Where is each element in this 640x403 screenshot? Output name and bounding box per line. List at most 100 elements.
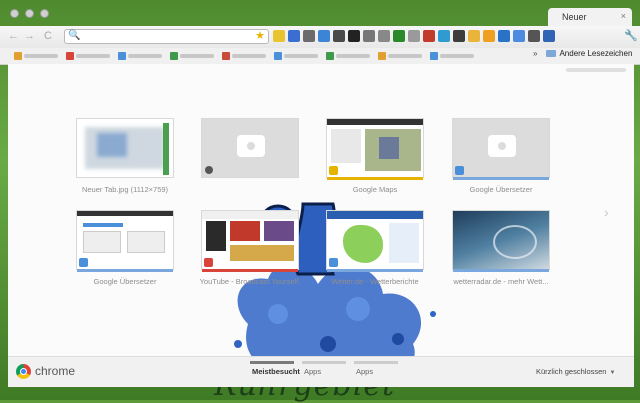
toolbar: ← → C 🔍 ★ 🔧 <box>0 26 640 49</box>
thumbnail-tile[interactable] <box>201 210 299 272</box>
thumbnail-label[interactable]: Google Übersetzer <box>65 277 185 286</box>
camera-icon <box>237 135 265 157</box>
translate-favicon <box>79 258 88 267</box>
bookmark-label-blurred <box>128 54 162 58</box>
folder-icon <box>546 50 557 57</box>
pager-indicator-apps-1[interactable] <box>302 361 346 364</box>
bookmark-label-blurred <box>440 54 474 58</box>
pager-indicator-apps-2[interactable] <box>354 361 398 364</box>
new-tab-page: Ruhrgebiet Neuer Tab.jpg (1112×759) Goog… <box>8 64 634 403</box>
reload-button[interactable]: C <box>44 30 52 42</box>
bookmark-label-blurred <box>76 54 110 58</box>
ext-8-icon[interactable] <box>378 30 390 42</box>
thumbnail-tile[interactable] <box>452 118 550 180</box>
bookmark-favicon-icon <box>274 52 282 60</box>
recently-closed-menu[interactable]: Kürzlich geschlossen ▼ <box>536 367 615 376</box>
bookmark-item[interactable] <box>326 51 370 61</box>
forward-button[interactable]: → <box>24 30 35 42</box>
section-apps-1[interactable]: Apps <box>304 367 321 376</box>
back-button[interactable]: ← <box>8 30 19 42</box>
bookmark-favicon-icon <box>378 52 386 60</box>
youtube-favicon <box>204 258 213 267</box>
ext-3-icon[interactable] <box>303 30 315 42</box>
tab-close-icon[interactable]: × <box>621 11 626 21</box>
maps-favicon <box>329 166 338 175</box>
thumbnail-tile[interactable] <box>326 210 424 272</box>
other-bookmarks-button[interactable]: » Andere Lesezeichen <box>533 49 632 58</box>
thumbnail-label[interactable]: Neuer Tab.jpg (1112×759) <box>65 185 185 194</box>
bookmark-label-blurred <box>336 54 370 58</box>
dropdown-arrow-icon: ▼ <box>609 370 616 376</box>
ext-17-icon[interactable] <box>513 30 525 42</box>
tab-new-tab[interactable]: Neuer × <box>548 8 632 26</box>
bookmarks-overflow-chevron[interactable]: » <box>533 49 537 58</box>
bookmark-favicon-icon <box>66 52 74 60</box>
thumbnail-tile[interactable] <box>452 210 550 272</box>
ntp-footer: chrome Meistbesucht Apps Apps Kürzlich g… <box>8 356 634 387</box>
ext-9-icon[interactable] <box>393 30 405 42</box>
bookmark-item[interactable] <box>274 51 318 61</box>
bookmark-label-blurred <box>284 54 318 58</box>
bookmark-item[interactable] <box>118 51 162 61</box>
thumbnail-tile[interactable] <box>76 210 174 272</box>
chrome-logo-icon <box>16 364 31 379</box>
ext-13-icon[interactable] <box>453 30 465 42</box>
bookmarks-bar: » Andere Lesezeichen <box>0 48 640 65</box>
placeholder-image <box>202 119 298 177</box>
ext-18-icon[interactable] <box>528 30 540 42</box>
bookmark-favicon-icon <box>14 52 22 60</box>
tab-title: Neuer <box>562 12 587 22</box>
bookmark-item[interactable] <box>378 51 422 61</box>
bookmark-item[interactable] <box>222 51 266 61</box>
bookmark-item[interactable] <box>14 51 58 61</box>
ext-11-icon[interactable] <box>423 30 435 42</box>
bookmark-label-blurred <box>180 54 214 58</box>
section-most-visited[interactable]: Meistbesucht <box>252 367 300 376</box>
browser-window: Neuer × ← → C 🔍 ★ 🔧 » Andere Lesezeichen <box>0 0 640 403</box>
ext-7-icon[interactable] <box>363 30 375 42</box>
section-apps-2[interactable]: Apps <box>356 367 373 376</box>
ext-15-icon[interactable] <box>483 30 495 42</box>
bookmark-star-icon[interactable]: ★ <box>255 29 265 42</box>
chrome-wordmark: chrome <box>35 364 76 378</box>
bookmark-favicon-icon <box>170 52 178 60</box>
pager-indicator-most-visited[interactable] <box>250 361 294 364</box>
thumbnail-tile[interactable] <box>201 118 299 178</box>
ext-16-icon[interactable] <box>498 30 510 42</box>
thumbnail-label[interactable]: Google Maps <box>315 185 435 194</box>
bookmark-item[interactable] <box>66 51 110 61</box>
ext-2-icon[interactable] <box>288 30 300 42</box>
ext-14-icon[interactable] <box>468 30 480 42</box>
address-bar[interactable]: 🔍 ★ <box>64 29 269 44</box>
placeholder-image <box>453 119 549 177</box>
bookmark-favicon-icon <box>222 52 230 60</box>
ext-5-icon[interactable] <box>333 30 345 42</box>
bookmark-favicon-icon <box>430 52 438 60</box>
ext-4-icon[interactable] <box>318 30 330 42</box>
bookmark-item[interactable] <box>170 51 214 61</box>
thumbnail-label[interactable]: Wetter.de - Wetterberichte <box>315 277 435 286</box>
tab-strip: Neuer × <box>0 0 640 26</box>
next-page-arrow[interactable]: › <box>604 204 609 220</box>
minimize-window-button[interactable] <box>25 9 34 18</box>
other-bookmarks-label: Andere Lesezeichen <box>559 49 633 58</box>
thumbnail-label[interactable]: YouTube - Broadcast Yourself. <box>190 277 310 286</box>
translate-favicon <box>455 166 464 175</box>
ext-10-icon[interactable] <box>408 30 420 42</box>
wrench-menu-icon[interactable]: 🔧 <box>624 29 638 42</box>
bookmark-label-blurred <box>232 54 266 58</box>
ext-1-icon[interactable] <box>273 30 285 42</box>
ext-12-icon[interactable] <box>438 30 450 42</box>
thumbnail-label[interactable]: wetterradar.de - mehr Wett... <box>441 277 561 286</box>
bookmark-item[interactable] <box>430 51 474 61</box>
ext-6-icon[interactable] <box>348 30 360 42</box>
clock-icon <box>205 166 213 174</box>
thumbnail-tile[interactable] <box>326 118 424 180</box>
close-window-button[interactable] <box>10 9 19 18</box>
maximize-window-button[interactable] <box>40 9 49 18</box>
weather-favicon <box>329 258 338 267</box>
ext-19-icon[interactable] <box>543 30 555 42</box>
thumbnail-tile[interactable] <box>76 118 174 178</box>
thumbnail-label[interactable]: Google Übersetzer <box>441 185 561 194</box>
search-icon: 🔍 <box>68 30 81 41</box>
